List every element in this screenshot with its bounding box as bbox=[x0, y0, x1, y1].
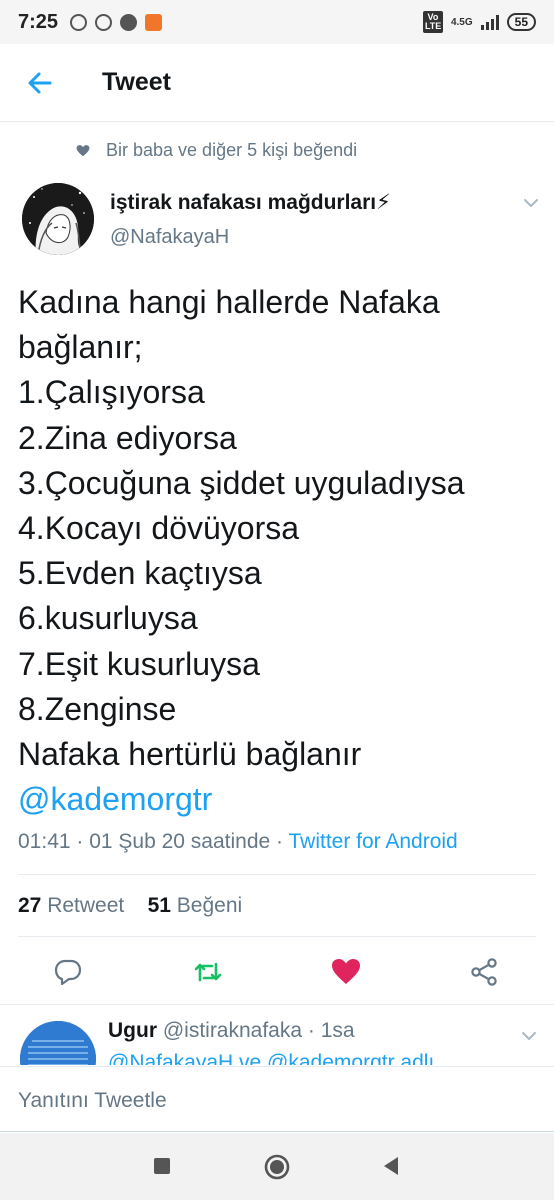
heart-icon bbox=[76, 144, 90, 156]
social-context-text: Bir baba ve diğer 5 kişi beğendi bbox=[106, 140, 358, 160]
reply-input-placeholder[interactable]: Yanıtını Tweetle bbox=[18, 1089, 167, 1113]
chevron-down-icon[interactable] bbox=[520, 1027, 538, 1045]
share-icon[interactable] bbox=[468, 956, 500, 988]
tweet-line: 7.Eşit kusurluysa bbox=[18, 645, 260, 682]
volte-badge: Vo LTE bbox=[422, 11, 443, 33]
tweet-text: Kadına hangi hallerde Nafaka bağlanır; 1… bbox=[18, 280, 538, 822]
retweets-label: Retweet bbox=[47, 894, 125, 917]
likes-count: 51 bbox=[147, 894, 171, 917]
status-bar: 7:25 Vo LTE 4.5G 55 bbox=[0, 0, 554, 44]
tweet-line: 5.Evden kaçtıysa bbox=[18, 555, 262, 592]
page-title: Tweet bbox=[102, 68, 171, 96]
tweet-source-link[interactable]: Twitter for Android bbox=[288, 830, 457, 853]
tweet-line: 3.Çocuğuna şiddet uyguladıysa bbox=[18, 464, 465, 501]
reply-preview[interactable]: Ugur @istiraknafaka · 1sa @NafakayaH ve … bbox=[0, 1005, 554, 1065]
recents-button[interactable] bbox=[152, 1153, 172, 1177]
divider bbox=[18, 874, 536, 875]
home-button[interactable] bbox=[263, 1153, 291, 1181]
status-time: 7:25 bbox=[18, 10, 59, 33]
reply-author-name: Ugur bbox=[108, 1019, 157, 1042]
tweet-line: 2.Zina ediyorsa bbox=[18, 419, 237, 456]
header: Tweet bbox=[0, 44, 554, 122]
battery-icon: 55 bbox=[506, 13, 536, 31]
back-button[interactable] bbox=[26, 69, 54, 97]
chevron-down-icon[interactable] bbox=[522, 194, 540, 212]
likes-stat[interactable]: 51 Beğeni bbox=[148, 894, 243, 917]
tweet-line: 4.Kocayı dövüyorsa bbox=[18, 510, 300, 547]
tweet-timestamp: 01:41 · 01 Şub 20 saatinde · bbox=[18, 830, 289, 853]
tweet-line: 1.Çalışıyorsa bbox=[18, 374, 205, 411]
tweet-line: Nafaka hertürlü bağlanır bbox=[18, 736, 362, 773]
tweet-author: iştirak nafakası mağdurları⚡ @NafakayaH bbox=[22, 180, 542, 256]
tweet-line: bağlanır; bbox=[18, 329, 143, 366]
avatar[interactable] bbox=[20, 1021, 96, 1065]
avatar-illustration bbox=[22, 183, 94, 255]
divider bbox=[18, 936, 536, 937]
author-name[interactable]: iştirak nafakası mağdurları⚡ bbox=[110, 190, 391, 215]
retweets-stat[interactable]: 27 Retweet bbox=[18, 894, 124, 917]
status-indicators: Vo LTE 4.5G 55 bbox=[422, 11, 536, 33]
network-type: 4.5G bbox=[450, 16, 473, 28]
tweet-meta: 01:41 · 01 Şub 20 saatinde · Twitter for… bbox=[18, 830, 458, 854]
tweet-line: Kadına hangi hallerde Nafaka bbox=[18, 284, 440, 320]
reply-icon[interactable] bbox=[52, 956, 84, 988]
sync-icon bbox=[95, 13, 113, 31]
system-nav-bar bbox=[0, 1133, 554, 1200]
reply-author-handle: @istiraknafaka · 1sa bbox=[157, 1019, 355, 1042]
action-bar bbox=[0, 952, 554, 996]
alarm-icon bbox=[70, 13, 88, 31]
tweet-stats: 27 Retweet 51 Beğeni bbox=[18, 894, 242, 918]
tweet-line: 8.Zenginse bbox=[18, 690, 177, 727]
signal-icon bbox=[480, 14, 499, 30]
avatar[interactable] bbox=[22, 183, 94, 255]
phone-icon bbox=[120, 13, 138, 31]
reply-author[interactable]: Ugur @istiraknafaka · 1sa bbox=[108, 1019, 355, 1043]
mention-link[interactable]: @kademorgtr bbox=[18, 777, 538, 822]
social-context[interactable]: Bir baba ve diğer 5 kişi beğendi bbox=[76, 140, 357, 161]
author-handle[interactable]: @NafakayaH bbox=[110, 226, 229, 249]
app-notification-icon bbox=[145, 13, 163, 31]
arrow-left-icon bbox=[28, 72, 52, 93]
heart-icon[interactable] bbox=[330, 956, 362, 988]
reply-compose-bar[interactable]: Yanıtını Tweetle bbox=[0, 1066, 554, 1132]
avatar-illustration bbox=[20, 1021, 96, 1065]
back-nav-button[interactable] bbox=[380, 1153, 400, 1177]
likes-label: Beğeni bbox=[176, 894, 243, 917]
retweet-icon[interactable] bbox=[192, 956, 224, 988]
tweet-line: 6.kusurluysa bbox=[18, 600, 198, 637]
retweets-count: 27 bbox=[18, 894, 42, 917]
reply-text: @NafakayaH ve @kademorgtr adlı bbox=[108, 1051, 435, 1065]
